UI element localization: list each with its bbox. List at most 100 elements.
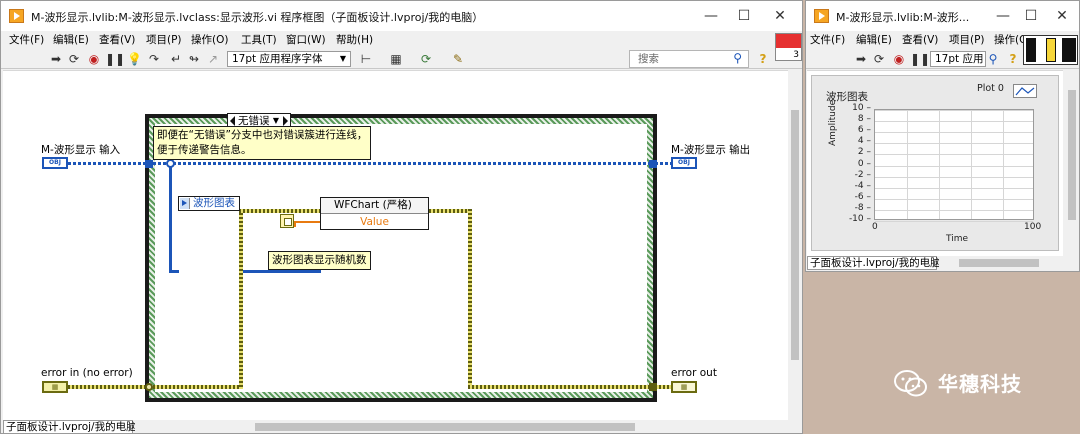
- close-icon[interactable]: ✕: [1047, 5, 1077, 27]
- fp-horizontal-scroll-thumb[interactable]: [959, 259, 1039, 267]
- retain-wire-values-icon[interactable]: ↷: [147, 52, 161, 66]
- random-number-dice-icon[interactable]: [280, 214, 294, 228]
- error-wire-inner-b[interactable]: [468, 385, 649, 389]
- object-wire-branch-h[interactable]: [169, 270, 179, 273]
- run-continuous-icon[interactable]: ⟳: [67, 52, 81, 66]
- error-input-tunnel[interactable]: [145, 383, 153, 391]
- error-wire-in[interactable]: [68, 385, 147, 389]
- search-icon[interactable]: ⚲: [986, 52, 1000, 66]
- search-icon[interactable]: ⚲: [733, 50, 742, 66]
- front-panel-title: M-波形显示.lvlib:M-波形...: [836, 11, 970, 24]
- plot-legend-swatch[interactable]: [1013, 84, 1037, 98]
- object-output-tunnel[interactable]: [649, 160, 657, 168]
- input-terminal-label: M-波形显示 输入: [41, 144, 121, 156]
- vertical-scroll-thumb[interactable]: [791, 110, 799, 360]
- maximize-icon[interactable]: ☐: [1016, 5, 1046, 27]
- case-next-icon[interactable]: [283, 116, 288, 126]
- fp-horizontal-scrollbar[interactable]: [939, 256, 1063, 270]
- menu-file[interactable]: 文件(F): [9, 31, 44, 49]
- property-node[interactable]: WFChart (严格) Value: [320, 197, 429, 230]
- chart-reference-node[interactable]: 波形图表: [178, 196, 240, 211]
- menu-project[interactable]: 项目(P): [146, 31, 182, 49]
- x-tick-label: 0: [872, 222, 878, 232]
- close-icon[interactable]: ✕: [765, 5, 795, 27]
- random-comment[interactable]: 波形图表显示随机数: [268, 251, 371, 270]
- input-terminal[interactable]: OBJ: [42, 157, 68, 169]
- wechat-icon: [894, 370, 927, 397]
- error-wire-inner-a[interactable]: [153, 385, 241, 389]
- toolbar: ➡ ⟳ ◉ ❚❚ 💡 ↷ ↵ ↬ ↗ 17pt 应用程序字体 ▼ ⊢ ▦ ⟳ ✎…: [1, 49, 802, 69]
- run-continuous-icon[interactable]: ⟳: [872, 52, 886, 66]
- waveform-chart[interactable]: 波形图表 Plot 0 Amplitude Time 10 –8 –6 –4 –…: [811, 75, 1059, 251]
- menu-window[interactable]: 窗口(W): [286, 31, 326, 49]
- menu-view[interactable]: 查看(V): [99, 31, 135, 49]
- fp-menu-view[interactable]: 查看(V): [902, 31, 938, 49]
- fp-menu-project[interactable]: 项目(P): [949, 31, 985, 49]
- diagram-comment[interactable]: 即便在“无错误”分支中也对错误簇进行连线， 便于传递警告信息。: [153, 126, 372, 160]
- error-in-label: error in (no error): [41, 367, 133, 379]
- maximize-icon[interactable]: ☐: [729, 5, 759, 27]
- help-icon[interactable]: ?: [1006, 52, 1020, 66]
- error-output-tunnel[interactable]: [649, 383, 657, 391]
- object-wire-out[interactable]: [655, 162, 671, 165]
- step-out-icon[interactable]: ↗: [206, 52, 220, 66]
- align-objects-icon[interactable]: ⊢: [359, 52, 373, 66]
- menu-help[interactable]: 帮助(H): [336, 31, 373, 49]
- step-over-icon[interactable]: ↬: [187, 52, 201, 66]
- pause-icon[interactable]: ❚❚: [910, 52, 930, 66]
- object-input-tunnel[interactable]: [145, 160, 153, 168]
- horizontal-scroll-thumb[interactable]: [255, 423, 635, 431]
- fp-vertical-scroll-thumb[interactable]: [1068, 90, 1076, 220]
- run-icon[interactable]: ➡: [854, 52, 868, 66]
- highlight-execution-icon[interactable]: 💡: [127, 52, 142, 66]
- block-diagram-canvas[interactable]: M-波形显示 输入 OBJ M-波形显示 输出 OBJ error in (no…: [3, 70, 789, 420]
- vi-icon[interactable]: 3: [775, 33, 802, 61]
- vertical-scrollbar[interactable]: [788, 70, 802, 420]
- case-prev-icon[interactable]: [230, 116, 235, 126]
- pause-icon[interactable]: ❚❚: [105, 52, 125, 66]
- fp-menu-edit[interactable]: 编辑(E): [856, 31, 892, 49]
- plot-area[interactable]: [874, 109, 1034, 222]
- abort-icon[interactable]: ◉: [87, 52, 101, 66]
- error-out-terminal[interactable]: ▦: [671, 381, 697, 393]
- connector-pane-icon[interactable]: [1023, 35, 1078, 65]
- front-panel-titlebar[interactable]: M-波形显示.lvlib:M-波形... — ☐ ✕: [806, 1, 1079, 31]
- abort-icon[interactable]: ◉: [892, 52, 906, 66]
- error-in-terminal[interactable]: ▦: [42, 381, 68, 393]
- error-wire-inner-to-node[interactable]: [239, 209, 321, 213]
- reference-wire[interactable]: [240, 270, 321, 273]
- clean-up-diagram-icon[interactable]: ✎: [451, 52, 465, 66]
- reference-label: 波形图表: [193, 197, 235, 209]
- front-panel-canvas[interactable]: 波形图表 Plot 0 Amplitude Time 10 –8 –6 –4 –…: [807, 70, 1063, 256]
- error-wire-inner-up[interactable]: [239, 209, 243, 389]
- run-icon[interactable]: ➡: [49, 52, 63, 66]
- object-wire-through[interactable]: [153, 162, 649, 165]
- fp-font-select[interactable]: 17pt 应用: [930, 51, 986, 67]
- distribute-objects-icon[interactable]: ▦: [389, 52, 403, 66]
- grid-line-h: [875, 110, 1033, 111]
- fp-menu-file[interactable]: 文件(F): [810, 31, 845, 49]
- random-value-wire-h[interactable]: [294, 221, 321, 223]
- minimize-icon[interactable]: —: [988, 5, 1018, 27]
- step-into-icon[interactable]: ↵: [169, 52, 183, 66]
- minimize-icon[interactable]: —: [696, 5, 726, 27]
- font-select[interactable]: 17pt 应用程序字体 ▼: [227, 51, 351, 67]
- fp-vertical-scrollbar[interactable]: [1065, 70, 1079, 256]
- menu-tools[interactable]: 工具(T): [241, 31, 277, 49]
- front-panel-window: M-波形显示.lvlib:M-波形... — ☐ ✕ 文件(F) 编辑(E) 查…: [805, 0, 1080, 272]
- help-icon[interactable]: ?: [756, 52, 770, 66]
- search-input[interactable]: 搜索 ⚲: [629, 50, 749, 68]
- object-wire-branch-v[interactable]: [169, 162, 172, 272]
- error-wire-out[interactable]: [655, 385, 671, 389]
- reorder-icon[interactable]: ⟳: [419, 52, 433, 66]
- horizontal-scrollbar[interactable]: [135, 420, 790, 433]
- error-wire-node-out[interactable]: [429, 209, 471, 213]
- menu-operate[interactable]: 操作(O): [191, 31, 228, 49]
- property-value-row[interactable]: Value: [321, 215, 428, 229]
- output-terminal[interactable]: OBJ: [671, 157, 697, 169]
- menu-edit[interactable]: 编辑(E): [53, 31, 89, 49]
- block-diagram-titlebar[interactable]: M-波形显示.lvlib:M-波形显示.lvclass:显示波形.vi 程序框图…: [1, 1, 802, 31]
- y-tick-label: 10 –: [852, 103, 871, 113]
- error-wire-inner-down[interactable]: [468, 209, 472, 389]
- object-wire-in[interactable]: [68, 162, 147, 165]
